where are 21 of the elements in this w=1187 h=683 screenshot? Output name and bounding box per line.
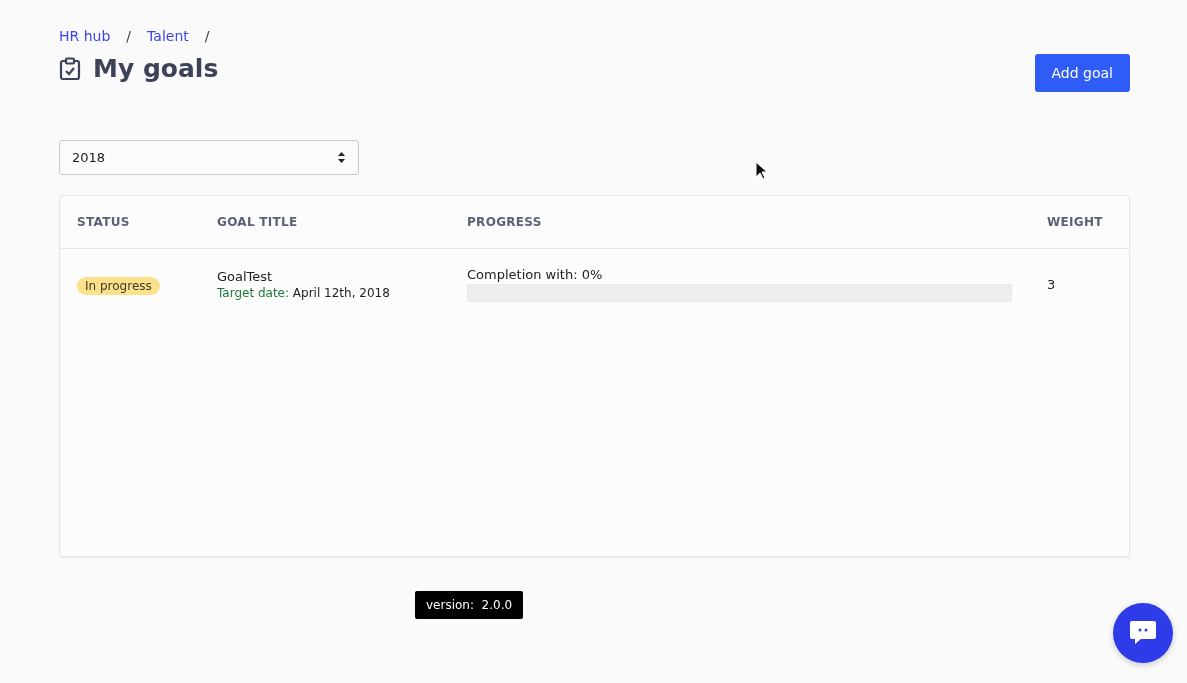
target-date: Target date: April 12th, 2018 [217,286,391,300]
clipboard-check-icon [59,56,81,81]
column-header: STATUS [77,215,131,229]
version-label: version: 2.0.0 [415,591,524,619]
chat-bubble-icon [1129,620,1157,646]
goal-title: GoalTest [217,269,274,284]
column-header: WEIGHT [1047,215,1104,229]
column-header: GOAL TITLE [217,215,299,229]
breadcrumb-separator: / [126,28,132,44]
breadcrumb-link[interactable]: HR hub [59,28,111,44]
weight-value: 3 [1047,277,1057,292]
mouse-pointer-icon [755,161,767,180]
column-header: PROGRESS [467,215,543,229]
breadcrumb-separator: / [204,28,210,44]
breadcrumb-link[interactable]: Talent [147,28,189,44]
page-title: My goals [93,54,219,83]
status-badge: In progress [77,277,160,295]
completion-text: Completion with: 0% [467,267,604,282]
sort-arrows-icon [338,152,345,163]
year-select[interactable]: 2018 [59,140,359,175]
add-goal-button[interactable]: Add goal [1034,54,1130,92]
